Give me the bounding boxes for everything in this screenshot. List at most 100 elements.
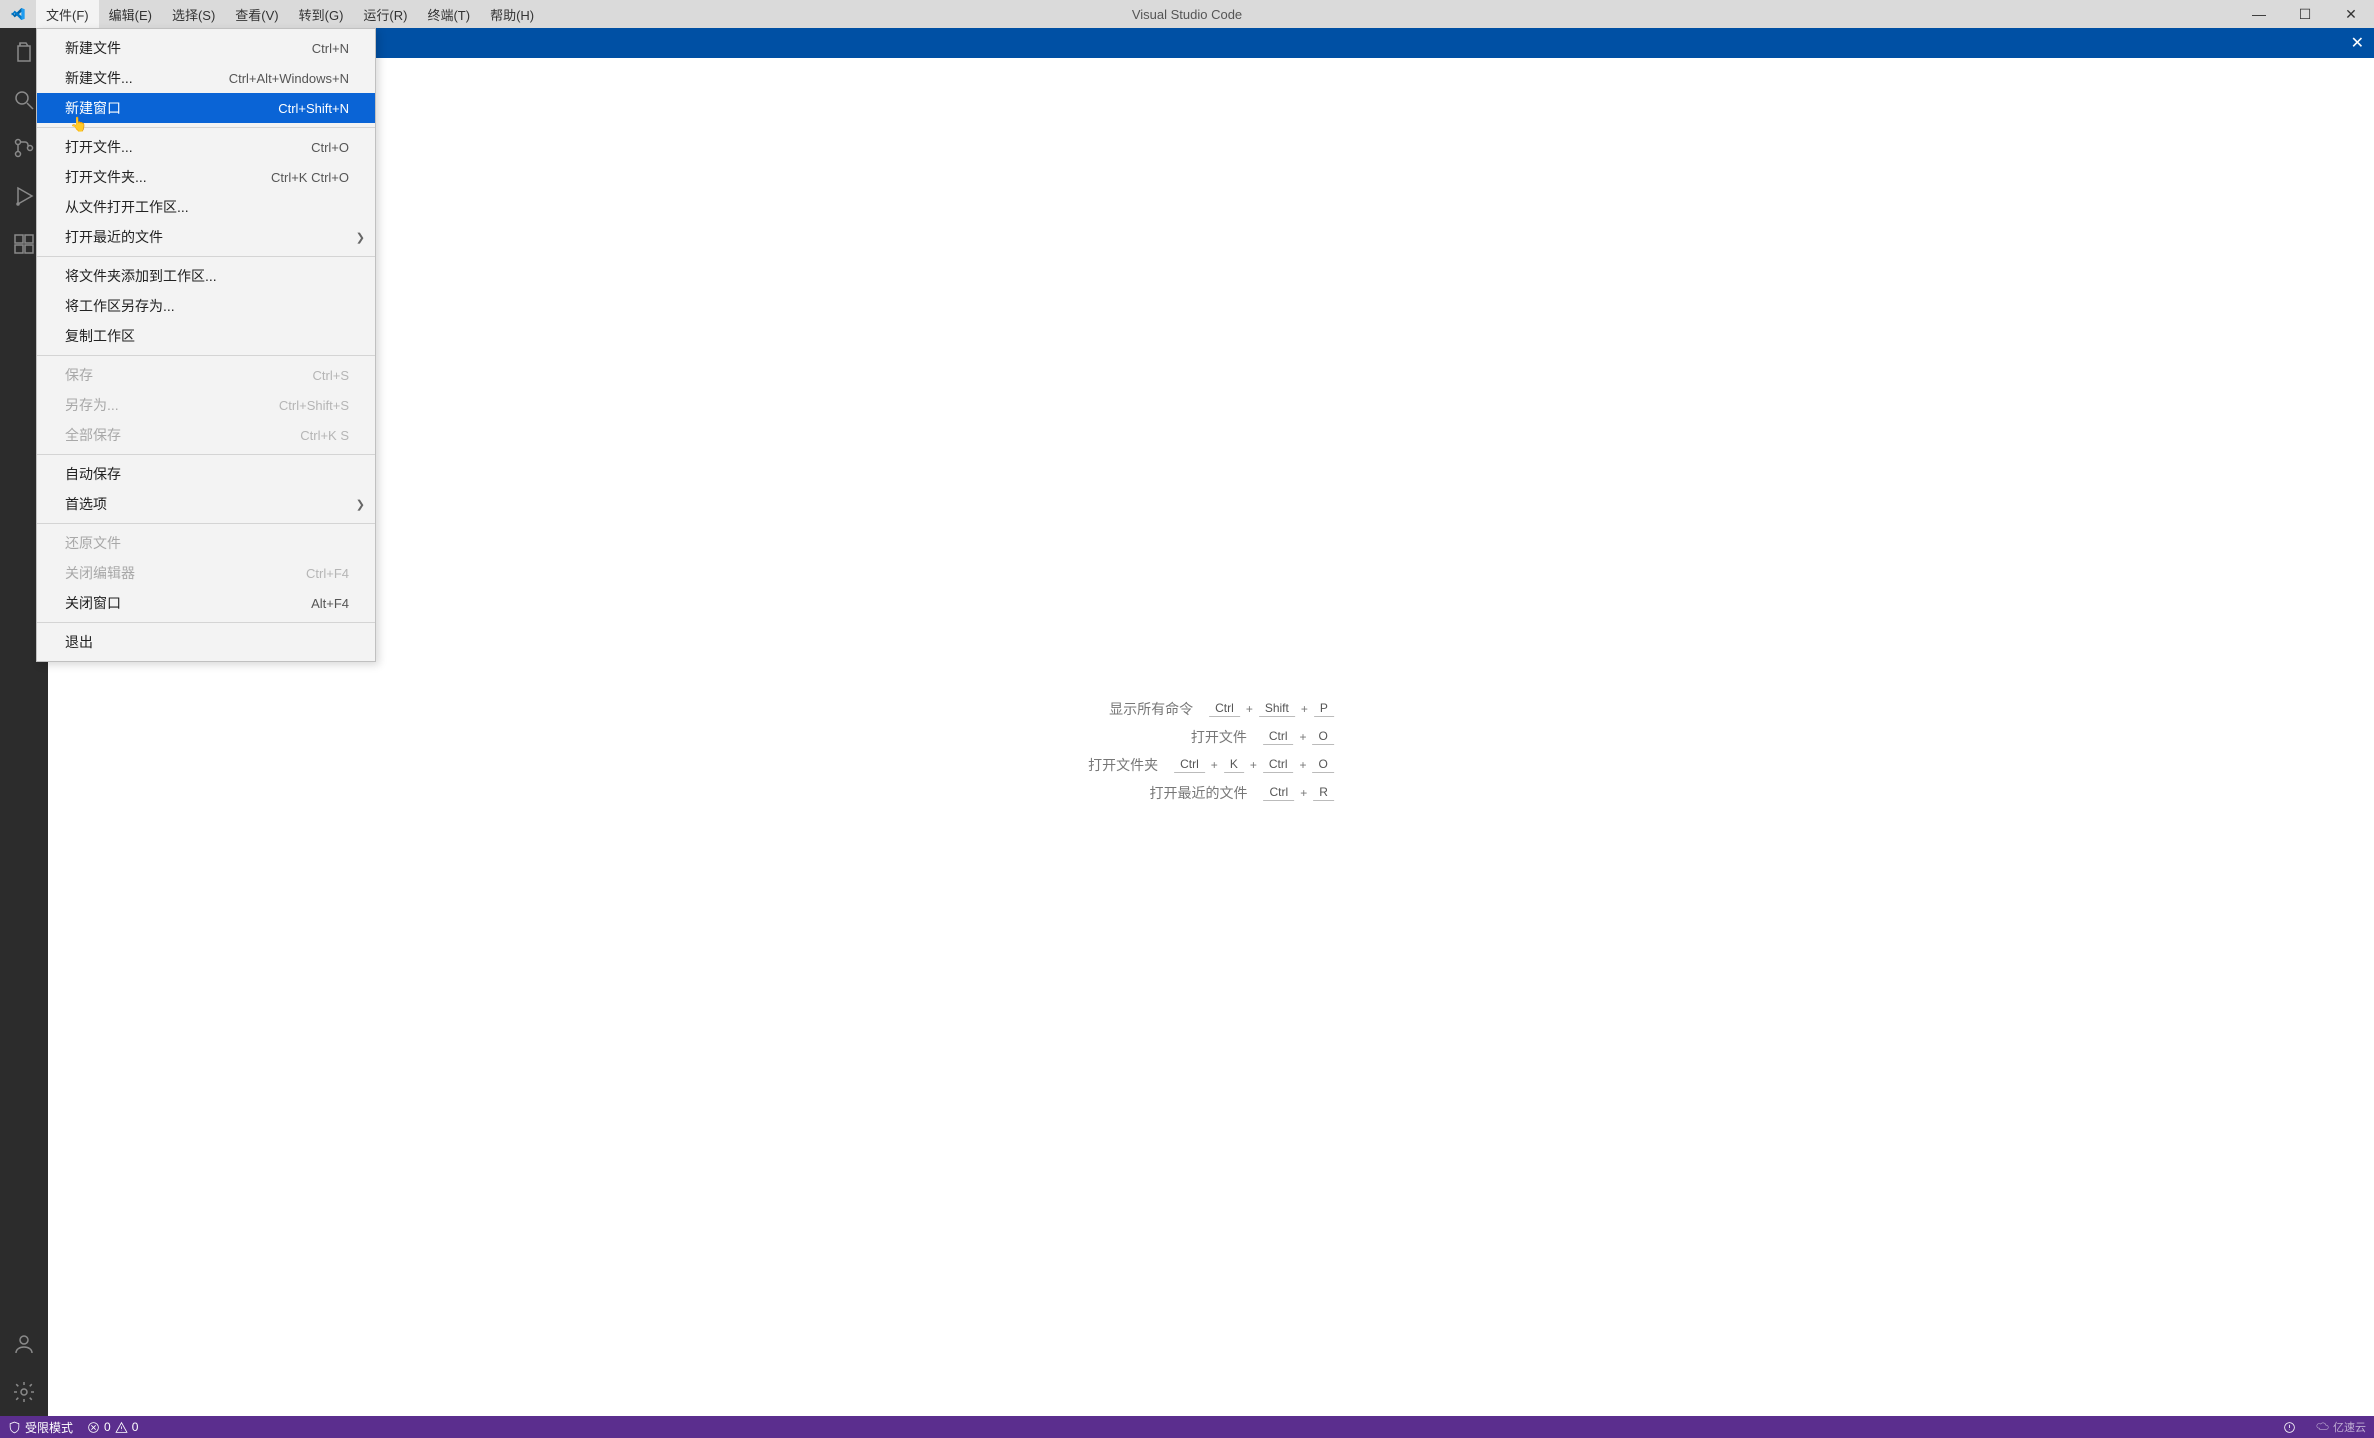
shortcut-label: 打开文件夹 — [1088, 755, 1158, 775]
menu-item-label: 另存为... — [65, 395, 119, 415]
plus-icon: + — [1246, 702, 1253, 716]
menu-item-label: 打开最近的文件 — [65, 227, 163, 247]
file-menu-item: 保存Ctrl+S — [37, 360, 375, 390]
restricted-mode-status[interactable]: 受限模式 — [8, 1419, 73, 1436]
settings-gear-icon[interactable] — [0, 1368, 48, 1416]
file-menu-item[interactable]: 将文件夹添加到工作区... — [37, 261, 375, 291]
key: Shift — [1259, 700, 1295, 717]
file-menu-item[interactable]: 打开文件...Ctrl+O — [37, 132, 375, 162]
plus-icon: + — [1301, 702, 1308, 716]
menu-item-shortcut: Ctrl+Shift+N — [278, 101, 349, 116]
menu-separator — [37, 355, 375, 356]
plus-icon: + — [1250, 758, 1257, 772]
file-menu-item: 还原文件 — [37, 528, 375, 558]
shortcut-label: 显示所有命令 — [1109, 699, 1193, 719]
plus-icon: + — [1300, 786, 1307, 800]
menu-separator — [37, 523, 375, 524]
error-count: 0 — [104, 1420, 111, 1434]
menu-go[interactable]: 转到(G) — [289, 0, 354, 28]
key: K — [1224, 756, 1244, 773]
shortcut-row: 打开文件夹Ctrl+K+Ctrl+O — [1088, 755, 1334, 775]
window-controls: — ☐ ✕ — [2236, 0, 2374, 28]
menu-item-shortcut: Ctrl+N — [312, 41, 349, 56]
menu-separator — [37, 454, 375, 455]
menu-item-label: 自动保存 — [65, 464, 121, 484]
file-menu-item[interactable]: 打开最近的文件 ❯ — [37, 222, 375, 252]
shortcut-keys: Ctrl + O — [1263, 728, 1334, 745]
menu-terminal[interactable]: 终端(T) — [417, 0, 480, 28]
menu-separator — [37, 127, 375, 128]
restricted-mode-label: 受限模式 — [25, 1419, 73, 1436]
menu-view[interactable]: 查看(V) — [225, 0, 288, 28]
menu-item-label: 将工作区另存为... — [65, 296, 175, 316]
menu-item-shortcut: Ctrl+K Ctrl+O — [271, 170, 349, 185]
menubar: 文件(F)编辑(E)选择(S)查看(V)转到(G)运行(R)终端(T)帮助(H) — [36, 0, 544, 28]
window-title: Visual Studio Code — [1132, 7, 1242, 22]
file-menu-item: 关闭编辑器 Ctrl+F4 — [37, 558, 375, 588]
key: P — [1314, 700, 1334, 717]
menu-edit[interactable]: 编辑(E) — [99, 0, 162, 28]
key: Ctrl — [1264, 784, 1295, 801]
notification-close-icon[interactable]: ✕ — [2351, 33, 2364, 53]
menu-item-label: 关闭编辑器 — [65, 563, 135, 583]
menu-help[interactable]: 帮助(H) — [480, 0, 544, 28]
menu-item-label: 打开文件夹... — [65, 167, 147, 187]
warning-count: 0 — [132, 1420, 139, 1434]
file-menu-item[interactable]: 新建文件 Ctrl+N — [37, 33, 375, 63]
key: O — [1313, 728, 1334, 745]
menu-item-label: 从文件打开工作区... — [65, 197, 189, 217]
notification-bar: 所有功能。 管理 了解详细信息 ✕ — [48, 28, 2374, 58]
chevron-right-icon: ❯ — [356, 231, 365, 244]
menu-run[interactable]: 运行(R) — [353, 0, 417, 28]
file-menu-item[interactable]: 复制工作区 — [37, 321, 375, 351]
file-menu-item[interactable]: 首选项 ❯ — [37, 489, 375, 519]
key: Ctrl — [1263, 728, 1294, 745]
feedback-icon[interactable] — [2283, 1421, 2296, 1434]
menu-item-label: 将文件夹添加到工作区... — [65, 266, 217, 286]
accounts-icon[interactable] — [0, 1320, 48, 1368]
plus-icon: + — [1300, 730, 1307, 744]
menu-item-shortcut: Ctrl+Alt+Windows+N — [229, 71, 349, 86]
titlebar: 文件(F)编辑(E)选择(S)查看(V)转到(G)运行(R)终端(T)帮助(H)… — [0, 0, 2374, 28]
menu-selection[interactable]: 选择(S) — [162, 0, 225, 28]
shortcut-row: 显示所有命令Ctrl+Shift+P — [1088, 699, 1334, 719]
file-menu-item: 全部保存Ctrl+K S — [37, 420, 375, 450]
menu-item-label: 新建文件... — [65, 68, 133, 88]
file-menu-item[interactable]: 关闭窗口 Alt+F4 — [37, 588, 375, 618]
shortcut-row: 打开文件 Ctrl + O — [1088, 727, 1334, 747]
file-menu-item[interactable]: 从文件打开工作区... — [37, 192, 375, 222]
menu-item-label: 首选项 — [65, 494, 107, 514]
file-menu-item[interactable]: 新建窗口 Ctrl+Shift+N — [37, 93, 375, 123]
menu-file[interactable]: 文件(F) — [36, 0, 99, 28]
editor-area: 显示所有命令 Ctrl + Shift + P 打开文件 Ctrl + O 打开文件夹 Ctrl + K +… — [48, 58, 2374, 1416]
menu-item-label: 还原文件 — [65, 533, 121, 553]
plus-icon: + — [1211, 758, 1218, 772]
maximize-button[interactable]: ☐ — [2282, 0, 2328, 28]
minimize-button[interactable]: — — [2236, 0, 2282, 28]
menu-item-shortcut: Ctrl+K S — [300, 428, 349, 443]
file-menu-item[interactable]: 将工作区另存为... — [37, 291, 375, 321]
menu-item-shortcut: Ctrl+Shift+S — [279, 398, 349, 413]
shortcut-row: 打开最近的文件 Ctrl + R — [1088, 783, 1334, 803]
menu-item-label: 新建文件 — [65, 38, 121, 58]
file-menu-item[interactable]: 自动保存 — [37, 459, 375, 489]
key: R — [1313, 784, 1334, 801]
menu-separator — [37, 622, 375, 623]
file-menu-item[interactable]: 打开文件夹... Ctrl+K Ctrl+O — [37, 162, 375, 192]
menu-item-label: 新建窗口 — [65, 98, 121, 118]
file-menu-dropdown: 新建文件 Ctrl+N 新建文件... Ctrl+Alt+Windows+N 新建窗口 C… — [36, 28, 376, 662]
menu-item-label: 关闭窗口 — [65, 593, 121, 613]
close-window-button[interactable]: ✕ — [2328, 0, 2374, 28]
file-menu-item[interactable]: 新建文件... Ctrl+Alt+Windows+N — [37, 63, 375, 93]
file-menu-item: 另存为... Ctrl+Shift+S — [37, 390, 375, 420]
shortcut-label: 打开文件 — [1191, 727, 1247, 747]
file-menu-item[interactable]: 退出 — [37, 627, 375, 657]
menu-item-label: 复制工作区 — [65, 326, 135, 346]
menu-item-shortcut: Ctrl+F4 — [306, 566, 349, 581]
shortcut-label: 打开最近的文件 — [1150, 783, 1248, 803]
chevron-right-icon: ❯ — [356, 498, 365, 511]
menu-item-shortcut: Alt+F4 — [311, 596, 349, 611]
problems-status[interactable]: 0 0 — [87, 1420, 138, 1434]
key: Ctrl — [1174, 756, 1205, 773]
menu-item-shortcut: Ctrl+O — [311, 140, 349, 155]
